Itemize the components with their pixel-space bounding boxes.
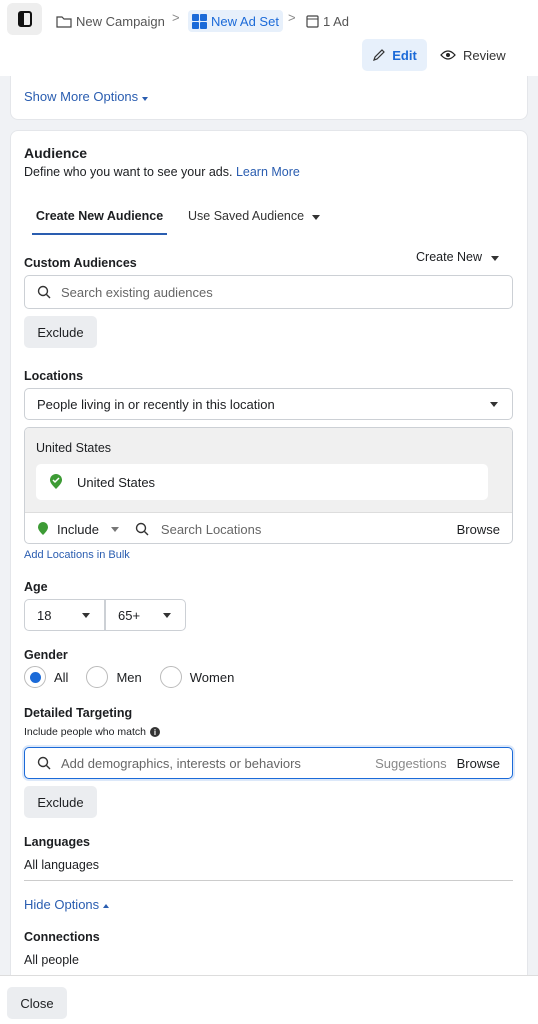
show-more-options-link[interactable]: Show More Options [24,89,148,104]
sub-label: Include people who match [24,726,146,738]
hide-options-label: Hide Options [24,897,100,912]
caret-up-icon [102,903,109,908]
ad-icon [306,14,319,28]
location-group-label: United States [36,441,112,455]
caret-down-icon [490,401,498,407]
caret-down-icon [82,612,90,618]
caret-down-icon [491,256,500,261]
gender-radio-group: All Men Women [24,666,234,688]
locations-label: Locations [24,369,84,383]
close-button[interactable]: Close [7,987,67,1019]
languages-value[interactable]: All languages [24,858,99,872]
include-dropdown[interactable]: Include [57,522,99,537]
gender-all-radio[interactable] [24,666,46,688]
hide-options-link[interactable]: Hide Options [24,897,109,912]
gender-women-label: Women [189,669,235,685]
breadcrumb-adset-label: New Ad Set [211,13,279,29]
review-label: Review [463,47,506,63]
suggestions-button[interactable]: Suggestions [375,756,447,771]
review-button[interactable]: Review [440,39,506,71]
location-type-select[interactable]: People living in or recently in this loc… [24,388,513,420]
location-pin-check-icon [50,474,62,489]
chevron-right-icon: > [172,10,180,25]
breadcrumb-campaign-label: New Campaign [76,13,165,29]
grid-icon [192,13,207,29]
gender-label: Gender [24,648,68,662]
divider [24,880,513,881]
learn-more-link[interactable]: Learn More [236,165,300,179]
age-label: Age [24,580,48,594]
gender-all-label: All [54,669,69,685]
radio-selected-dot [29,671,41,683]
tab-use-saved-audience[interactable]: Use Saved Audience [188,209,320,223]
gender-men-label: Men [116,669,142,685]
sidebar-icon [17,11,32,27]
gender-men-radio[interactable] [86,666,109,688]
age-max-select[interactable]: 65+ [105,599,186,631]
age-min-select[interactable]: 18 [24,599,105,631]
breadcrumb-adset[interactable]: New Ad Set [188,10,283,32]
gender-women-radio[interactable] [159,666,182,688]
show-more-label: Show More Options [24,89,139,104]
detailed-targeting-input[interactable]: Add demographics, interests or behaviors… [24,747,513,779]
custom-audience-search-input[interactable]: Search existing audiences [24,275,513,309]
detailed-targeting-label: Detailed Targeting [24,706,133,720]
chevron-right-icon: > [288,10,296,25]
audience-title: Audience [24,145,88,161]
search-locations-input[interactable]: Search Locations [161,522,449,537]
location-type-value: People living in or recently in this loc… [37,396,275,412]
exclude-label: Exclude [37,324,84,340]
create-new-label: Create New [416,250,482,264]
add-locations-bulk-link[interactable]: Add Locations in Bulk [24,549,130,561]
caret-down-icon [311,215,320,220]
toggle-sidebar-button[interactable] [7,3,42,35]
location-box: United States United States Include Sear… [24,427,513,544]
custom-audiences-label: Custom Audiences [24,256,137,270]
exclude-label: Exclude [37,794,84,810]
folder-icon [56,15,72,28]
location-item[interactable]: United States [36,464,488,500]
languages-label: Languages [24,835,90,849]
search-icon [135,522,149,536]
breadcrumb-campaign[interactable]: New Campaign [56,10,165,32]
location-item-label: United States [77,474,156,490]
close-label: Close [20,995,54,1011]
exclude-detailed-button[interactable]: Exclude [24,786,97,818]
detailed-placeholder: Add demographics, interests or behaviors [61,755,301,771]
info-icon[interactable]: i [150,727,160,737]
browse-detailed-button[interactable]: Browse [457,756,500,771]
audience-description: Define who you want to see your ads. Lea… [24,165,300,179]
tab-label: Create New Audience [35,209,164,223]
breadcrumb-ad-label: 1 Ad [323,13,350,29]
browse-locations-button[interactable]: Browse [457,522,500,537]
exclude-audience-button[interactable]: Exclude [24,316,97,348]
search-icon [37,285,51,299]
tab-create-new-audience[interactable]: Create New Audience [32,201,167,235]
search-placeholder: Search existing audiences [61,284,213,300]
location-pin-check-icon [38,522,48,535]
age-min-value: 18 [37,607,52,623]
caret-down-icon [163,612,171,618]
create-new-dropdown[interactable]: Create New [416,250,500,264]
top-bar: New Campaign > New Ad Set > 1 Ad Edit Re… [0,0,538,76]
search-icon [37,756,51,770]
edit-button[interactable]: Edit [362,39,427,71]
description-text: Define who you want to see your ads. [24,165,233,179]
edit-label: Edit [392,47,417,63]
breadcrumb-ad[interactable]: 1 Ad [306,10,349,32]
detailed-targeting-sub: Include people who match i [24,726,160,738]
footer-bar: Close [0,975,538,1024]
eye-icon [440,50,456,60]
caret-down-icon [141,97,148,101]
caret-down-icon [110,526,119,532]
connections-value[interactable]: All people [24,953,79,967]
age-max-value: 65+ [118,607,141,623]
connections-label: Connections [24,930,100,944]
tab-label: Use Saved Audience [188,209,305,223]
pencil-icon [373,49,386,61]
